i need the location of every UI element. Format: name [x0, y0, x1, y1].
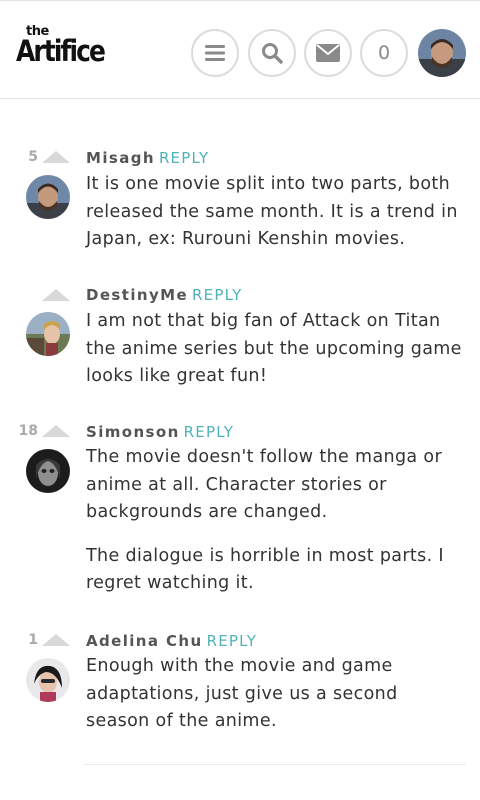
- author-name: Misagh: [86, 149, 155, 167]
- reply-button[interactable]: REPLY: [159, 149, 209, 167]
- upvote-arrow-icon[interactable]: [42, 289, 70, 301]
- search-icon: [262, 43, 283, 64]
- notification-count: 0: [377, 42, 391, 64]
- upvote-arrow-icon[interactable]: [42, 634, 70, 646]
- menu-icon: [205, 45, 225, 61]
- comment-body: It is one movie split into two parts, bo…: [86, 171, 466, 270]
- comment-text: I am not that big fan of Attack on Titan…: [86, 311, 462, 386]
- comment-text: The movie doesn't follow the manga or an…: [86, 447, 443, 522]
- mail-button[interactable]: [304, 29, 352, 77]
- avatar[interactable]: [26, 658, 70, 702]
- comment-text: The dialogue is horrible in most parts. …: [86, 545, 444, 594]
- avatar[interactable]: [26, 449, 70, 493]
- upvote-control[interactable]: 5: [18, 148, 70, 168]
- avatar[interactable]: [26, 312, 70, 356]
- vote-count: 1: [28, 632, 38, 648]
- reply-button[interactable]: REPLY: [207, 632, 257, 650]
- menu-button[interactable]: [191, 29, 239, 77]
- upvote-control[interactable]: [18, 286, 70, 306]
- comment-author: Misagh REPLY: [86, 149, 209, 167]
- envelope-icon: [316, 44, 340, 62]
- notification-count-button[interactable]: 0: [360, 29, 408, 77]
- vote-count: 18: [18, 423, 38, 439]
- site-header: the Artifice 0: [0, 0, 480, 99]
- author-name: DestinyMe: [86, 286, 189, 304]
- reply-button[interactable]: REPLY: [184, 423, 234, 441]
- upvote-control[interactable]: 1: [18, 631, 70, 651]
- vote-count: 5: [28, 149, 38, 165]
- author-name: Adelina Chu: [86, 632, 203, 650]
- author-name: Simonson: [86, 423, 180, 441]
- upvote-control[interactable]: 18: [18, 422, 70, 442]
- search-button[interactable]: [248, 29, 296, 77]
- comment-author: Simonson REPLY: [86, 423, 234, 441]
- comment-text: Enough with the movie and game adaptatio…: [86, 656, 398, 731]
- comment-text: It is one movie split into two parts, bo…: [86, 174, 458, 249]
- user-avatar[interactable]: [418, 29, 466, 77]
- upvote-arrow-icon[interactable]: [42, 425, 70, 437]
- comment-divider: [84, 764, 466, 765]
- comment-body: I am not that big fan of Attack on Titan…: [86, 308, 466, 407]
- reply-button[interactable]: REPLY: [192, 286, 242, 304]
- site-logo[interactable]: the Artifice: [16, 25, 112, 75]
- avatar[interactable]: [26, 175, 70, 219]
- comment-author: DestinyMe REPLY: [86, 286, 243, 304]
- logo-main-text: Artifice: [16, 34, 106, 68]
- comment-body: The movie doesn't follow the manga or an…: [86, 444, 466, 614]
- upvote-arrow-icon[interactable]: [42, 151, 70, 163]
- comment-body: Enough with the movie and game adaptatio…: [86, 653, 466, 752]
- comment-author: Adelina Chu REPLY: [86, 632, 257, 650]
